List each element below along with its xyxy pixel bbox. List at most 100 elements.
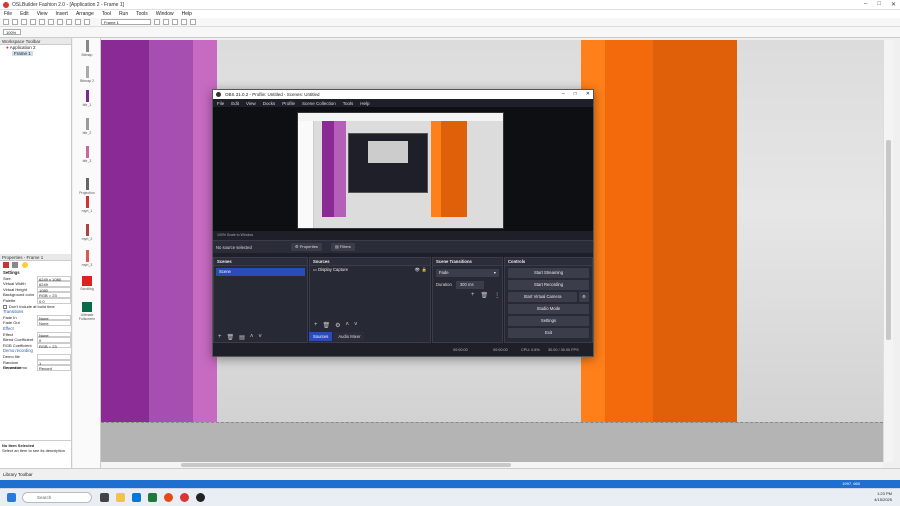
palette-item[interactable]: myrt_1 bbox=[75, 196, 99, 213]
scene-item[interactable]: Scene bbox=[216, 268, 305, 276]
paste-icon[interactable] bbox=[48, 19, 54, 25]
vertical-scrollbar[interactable] bbox=[883, 40, 893, 462]
menu-help[interactable]: Help bbox=[182, 11, 192, 17]
filter-icon[interactable]: ▤ bbox=[239, 334, 245, 341]
palette-item[interactable]: bitr_3 bbox=[75, 146, 99, 163]
minimize-icon[interactable]: – bbox=[562, 90, 565, 99]
trash-icon[interactable]: 🗑 bbox=[227, 334, 235, 341]
obs-menu-view[interactable]: View bbox=[246, 101, 256, 106]
studio-mode-button[interactable]: Studio Mode bbox=[508, 304, 589, 314]
property-value[interactable]: Record bbox=[37, 365, 71, 371]
edge-icon[interactable] bbox=[132, 493, 141, 502]
menu-run[interactable]: Run bbox=[119, 11, 128, 17]
palette-item[interactable]: myrt_3 bbox=[75, 250, 99, 267]
menu-insert[interactable]: Insert bbox=[55, 11, 68, 17]
start-streaming-button[interactable]: Start Streaming bbox=[508, 268, 589, 278]
add-icon[interactable]: + bbox=[218, 334, 222, 340]
duration-input[interactable]: 300 ms bbox=[455, 281, 484, 289]
lock-icon[interactable]: 🔒 bbox=[422, 266, 427, 274]
exit-button[interactable]: Exit bbox=[508, 328, 589, 338]
tree-item-frame[interactable]: Frame 1 bbox=[0, 51, 71, 57]
property-value[interactable]: RGB = 23 bbox=[37, 342, 71, 349]
properties-button[interactable]: ⚙ Properties bbox=[291, 243, 322, 251]
new-icon[interactable] bbox=[3, 19, 9, 25]
palette-item[interactable]: bitr_2 bbox=[75, 118, 99, 135]
more-icon[interactable]: ⋮ bbox=[494, 292, 500, 299]
obs-window[interactable]: OBS 31.0.2 - Profile: Untitled - Scenes:… bbox=[212, 89, 594, 357]
obs-menu-edit[interactable]: Edit bbox=[231, 101, 239, 106]
redo-icon[interactable] bbox=[66, 19, 72, 25]
help-icon[interactable] bbox=[21, 262, 28, 268]
transition-type-select[interactable]: Fade ▾ bbox=[436, 269, 499, 277]
palette-item[interactable]: Projection bbox=[75, 178, 99, 195]
scroll-thumb[interactable] bbox=[181, 463, 511, 467]
palette-item[interactable]: Bitmap 2 bbox=[75, 66, 99, 83]
close-icon[interactable]: ✕ bbox=[586, 90, 590, 99]
taskbar-search[interactable]: Search bbox=[22, 492, 92, 503]
undo-icon[interactable] bbox=[57, 19, 63, 25]
chevron-down-icon[interactable]: ˅ bbox=[258, 334, 262, 340]
run-icon[interactable] bbox=[75, 19, 81, 25]
system-clock[interactable]: 1:23 PM 4/15/2025 bbox=[874, 491, 892, 503]
tab-audio-mixer[interactable]: Audio Mixer bbox=[334, 332, 365, 341]
palette-item[interactable]: myrt_2 bbox=[75, 224, 99, 241]
save-icon[interactable] bbox=[21, 19, 27, 25]
obs-preview[interactable] bbox=[213, 107, 593, 231]
menu-arrange[interactable]: Arrange bbox=[76, 11, 94, 17]
excel-icon[interactable] bbox=[148, 493, 157, 502]
obs-menu-docks[interactable]: Docks bbox=[263, 101, 276, 106]
align-right-icon[interactable] bbox=[172, 19, 178, 25]
close-icon[interactable]: ✕ bbox=[891, 1, 896, 8]
app-taskbar-icon[interactable] bbox=[180, 493, 189, 502]
minimize-icon[interactable]: – bbox=[864, 1, 867, 8]
obs-menu-scene-collection[interactable]: Scene Collection bbox=[302, 101, 336, 106]
snap-icon[interactable] bbox=[190, 19, 196, 25]
maximize-icon[interactable]: □ bbox=[877, 1, 881, 8]
menu-view[interactable]: View bbox=[37, 11, 48, 17]
stop-icon[interactable] bbox=[3, 262, 9, 268]
chevron-up-icon[interactable]: ˄ bbox=[250, 334, 254, 340]
source-item[interactable]: ▭ Display Capture 👁 🔒 bbox=[310, 266, 430, 274]
task-view-icon[interactable] bbox=[100, 493, 109, 502]
trash-icon[interactable]: 🗑 bbox=[481, 292, 489, 299]
frame-select[interactable]: Frame 1 bbox=[101, 19, 151, 25]
menu-tool[interactable]: Tool bbox=[102, 11, 111, 17]
add-icon[interactable]: + bbox=[471, 292, 475, 299]
open-icon[interactable] bbox=[12, 19, 18, 25]
menu-edit[interactable]: Edit bbox=[20, 11, 29, 17]
add-icon[interactable]: + bbox=[314, 322, 318, 328]
settings-button[interactable]: Settings bbox=[508, 316, 589, 326]
eye-icon[interactable]: 👁 bbox=[415, 266, 420, 274]
copy-icon[interactable] bbox=[39, 19, 45, 25]
palette-item[interactable]: Ultimate Fullscreen bbox=[75, 302, 99, 321]
cut-icon[interactable] bbox=[30, 19, 36, 25]
maximize-icon[interactable]: □ bbox=[574, 90, 577, 99]
chrome-icon[interactable] bbox=[164, 493, 173, 502]
obs-zoom-bar[interactable]: 100% Scale to Window bbox=[213, 231, 593, 240]
checkbox[interactable] bbox=[3, 304, 7, 309]
zoom-select[interactable]: 100% bbox=[3, 29, 21, 35]
obs-menu-profile[interactable]: Profile bbox=[282, 101, 295, 106]
palette-item[interactable]: bitr_1 bbox=[75, 90, 99, 107]
menu-file[interactable]: File bbox=[4, 11, 12, 17]
start-virtual-camera-button[interactable]: Start Virtual Camera bbox=[508, 292, 577, 302]
property-value[interactable]: None bbox=[37, 320, 71, 326]
gear-icon[interactable]: ⚙ bbox=[335, 322, 340, 329]
build-icon[interactable] bbox=[84, 19, 90, 25]
chevron-down-icon[interactable]: ˅ bbox=[354, 322, 358, 328]
chevron-up-icon[interactable]: ˄ bbox=[346, 322, 350, 328]
trash-icon[interactable]: 🗑 bbox=[323, 322, 331, 329]
obs-taskbar-icon[interactable] bbox=[196, 493, 205, 502]
start-icon[interactable] bbox=[7, 493, 16, 502]
file-explorer-icon[interactable] bbox=[116, 493, 125, 502]
palette-item[interactable]: Scrolling bbox=[75, 276, 99, 291]
grid-icon[interactable] bbox=[181, 19, 187, 25]
gear-icon[interactable]: ⚙ bbox=[579, 292, 589, 302]
filters-button[interactable]: ▤ Filters bbox=[331, 243, 355, 251]
obs-menu-help[interactable]: Help bbox=[360, 101, 369, 106]
tab-sources[interactable]: Sources bbox=[309, 332, 333, 341]
filter-icon[interactable] bbox=[12, 262, 19, 268]
start-recording-button[interactable]: Start Recording bbox=[508, 280, 589, 290]
palette-item[interactable]: Bitmap bbox=[75, 40, 99, 57]
menu-window[interactable]: Window bbox=[156, 11, 174, 17]
